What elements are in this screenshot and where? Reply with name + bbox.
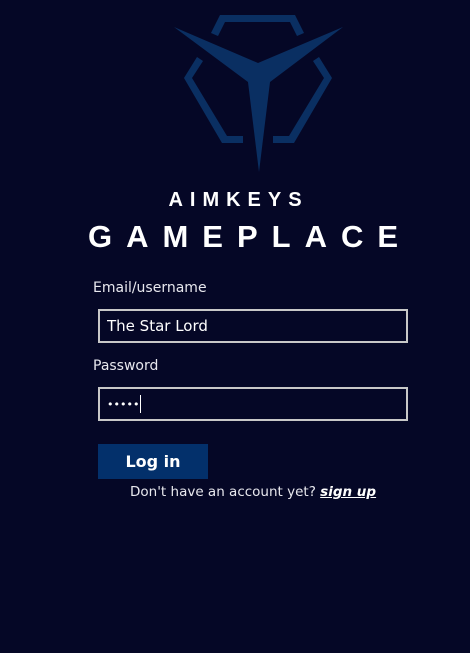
signup-link[interactable]: sign up [320, 484, 376, 500]
signup-prompt-line: Don't have an account yet? sign up [130, 484, 376, 500]
password-input[interactable]: ••••• [98, 387, 408, 421]
aimkeys-logo [174, 15, 343, 172]
signup-prompt: Don't have an account yet? [130, 484, 316, 500]
email-input[interactable] [98, 309, 408, 343]
brand-name-top: AIMKEYS [168, 189, 309, 211]
login-button[interactable]: Log in [98, 444, 208, 479]
password-mask: ••••• [107, 397, 140, 411]
brand-name-main: GAMEPLACE [87, 219, 413, 254]
text-caret [140, 395, 142, 413]
password-label: Password [93, 358, 159, 374]
email-label: Email/username [93, 280, 207, 296]
